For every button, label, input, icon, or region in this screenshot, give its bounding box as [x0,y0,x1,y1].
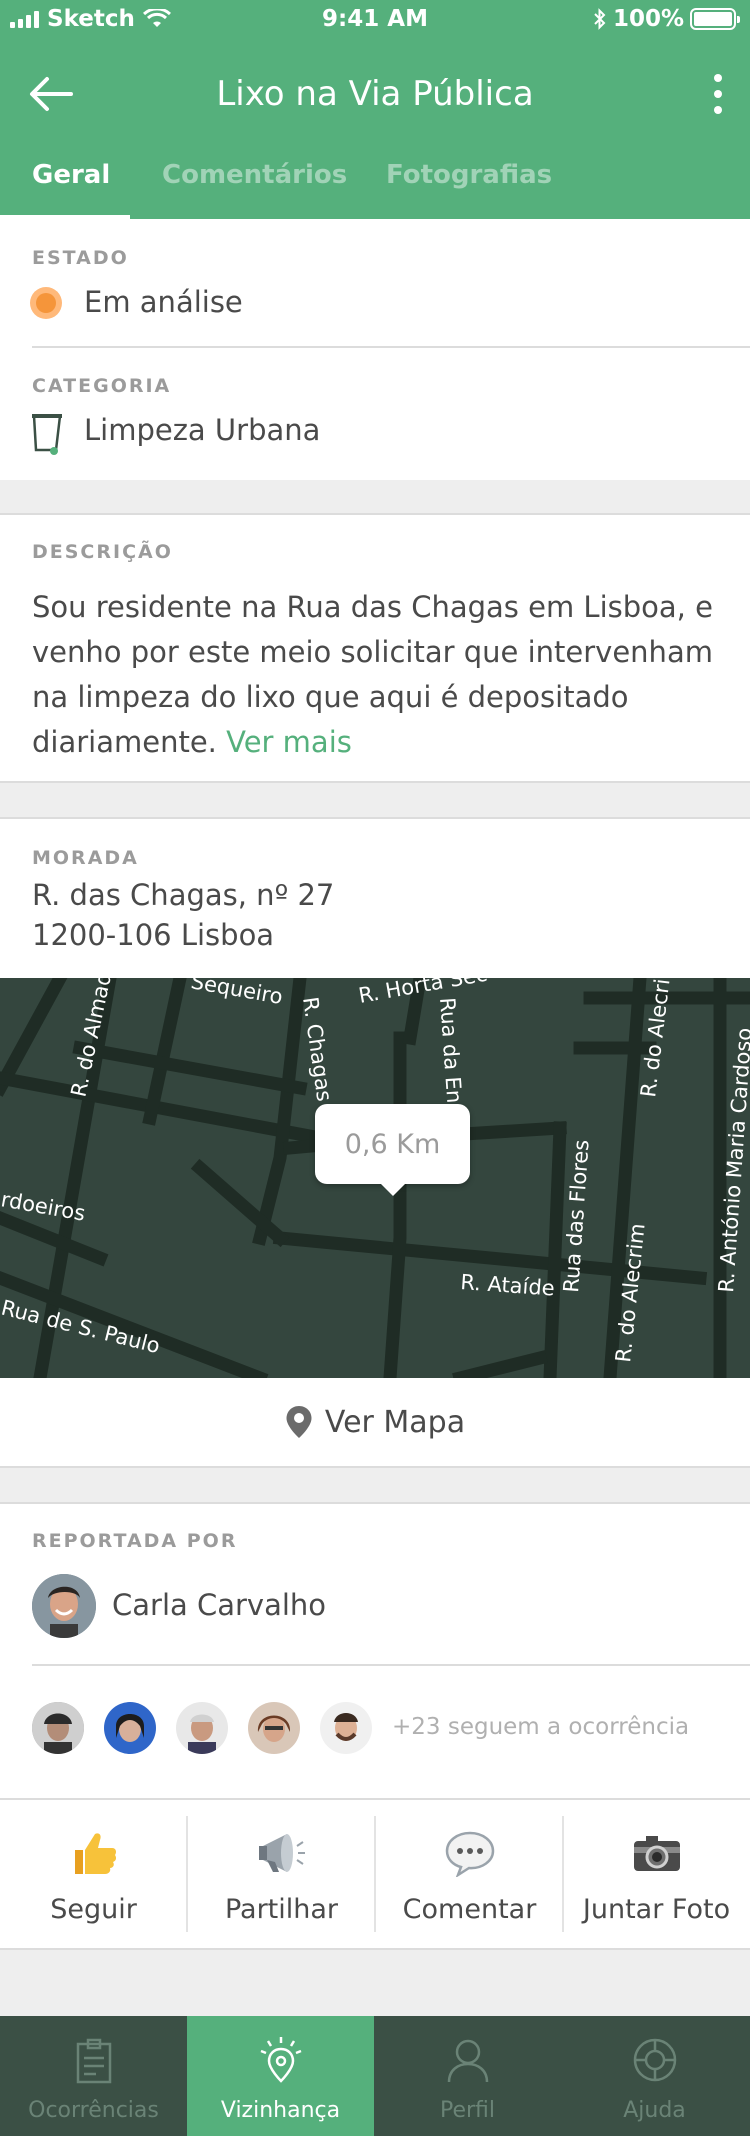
followers-count[interactable]: +23 seguem a ocorrência [392,1714,689,1740]
app-header: Sketch 9:41 AM 100% Lixo na Via Pública … [0,0,750,219]
add-photo-label: Juntar Foto [582,1894,731,1925]
estado-value: Em análise [84,285,243,319]
tabbar-item-ajuda[interactable]: Ajuda [561,2016,748,2136]
follower-avatar[interactable] [248,1702,300,1754]
status-bar: Sketch 9:41 AM 100% [0,0,750,40]
action-bar: Seguir Partilhar Comentar Juntar Foto [0,1798,750,1950]
description-text: Sou residente na Rua das Chagas em Lisbo… [32,585,722,765]
tab-comentarios[interactable]: Comentários [162,160,347,190]
battery-icon [690,8,740,30]
thumbs-up-icon [0,1826,187,1880]
tabbar-item-ocorrencias[interactable]: Ocorrências [0,2016,187,2136]
battery-percent: 100% [612,6,684,32]
camera-icon [563,1826,750,1880]
street-label: Sequeiro [189,978,284,1009]
avatar[interactable] [32,1574,96,1638]
categoria-label: CATEGORIA [32,375,172,397]
tabbar-label: Perfil [439,2098,496,2123]
tab-fotografias[interactable]: Fotografias [386,160,552,190]
distance-bubble: 0,6 Km [315,1104,470,1196]
address-line-2: 1200-106 Lisboa [32,918,275,952]
tab-bar-top: Geral Comentários Fotografias [0,150,750,219]
follower-image [32,1702,84,1754]
tabbar-item-vizinhanca[interactable]: Vizinhança [187,2016,374,2136]
speech-bubble-icon [376,1826,563,1880]
street-label: R. do Almada [66,978,119,1099]
follower-image [104,1702,156,1754]
follow-label: Seguir [50,1894,137,1925]
view-map-label: Ver Mapa [324,1404,466,1440]
categoria-value: Limpeza Urbana [84,413,321,447]
clipboard-icon [0,2032,187,2088]
morada-label: MORADA [32,847,139,869]
tabbar-item-perfil[interactable]: Perfil [374,2016,561,2136]
share-label: Partilhar [224,1894,339,1925]
tabbar-label: Vizinhança [220,2098,341,2123]
lifebuoy-icon [561,2032,748,2088]
follower-avatar[interactable] [320,1702,372,1754]
location-pin-icon [187,2032,374,2088]
street-label: R. Horta Sec [357,978,489,1008]
ver-mais-link[interactable]: Ver mais [226,725,352,759]
divider [32,346,750,348]
reportada-label: REPORTADA POR [32,1530,238,1552]
megaphone-icon [188,1826,375,1880]
status-dot-icon [30,287,62,319]
status-right: 100% [593,6,740,32]
follower-image [248,1702,300,1754]
user-icon [374,2032,561,2088]
address-line-1: R. das Chagas, nº 27 [32,878,335,912]
bluetooth-icon [594,8,606,30]
reporter-card: REPORTADA POR Carla Carvalho [0,1502,750,1798]
view-map-button[interactable]: Ver Mapa [0,1378,750,1468]
description-body: Sou residente na Rua das Chagas em Lisbo… [32,590,713,759]
follower-avatar[interactable] [176,1702,228,1754]
follower-avatar[interactable] [104,1702,156,1754]
map-pin-icon [286,1406,312,1438]
bottom-tab-bar: Ocorrências Vizinhança Perfil Ajuda [0,2016,750,2136]
map-view[interactable]: R. do Almada Sequeiro R. Horta Sec R. Ch… [0,978,750,1378]
address-card: MORADA R. das Chagas, nº 27 1200-106 Lis… [0,817,750,978]
more-options-button[interactable] [706,70,730,118]
tabbar-label: Ajuda [623,2098,686,2123]
tabbar-label: Ocorrências [28,2098,159,2123]
status-card: ESTADO Em análise CATEGORIA Limpeza Urba… [0,219,750,480]
description-card: DESCRIÇÃO Sou residente na Rua das Chaga… [0,513,750,783]
share-button[interactable]: Partilhar [188,1800,375,1950]
page-title: Lixo na Via Pública [216,74,534,114]
avatar-image [32,1574,96,1638]
street-label: Rua da En [435,997,466,1104]
street-label: R. Ataíde [460,1270,556,1301]
follow-button[interactable]: Seguir [0,1800,187,1950]
descricao-label: DESCRIÇÃO [32,541,173,563]
add-photo-button[interactable]: Juntar Foto [563,1800,750,1950]
divider [32,1664,750,1666]
comment-label: Comentar [402,1894,537,1925]
follower-image [320,1702,372,1754]
follower-image [176,1702,228,1754]
estado-label: ESTADO [32,247,129,269]
follower-avatar[interactable] [32,1702,84,1754]
trash-bin-icon [32,414,62,455]
comment-button[interactable]: Comentar [376,1800,563,1950]
tab-geral[interactable]: Geral [32,160,110,190]
reporter-name[interactable]: Carla Carvalho [112,1588,326,1622]
